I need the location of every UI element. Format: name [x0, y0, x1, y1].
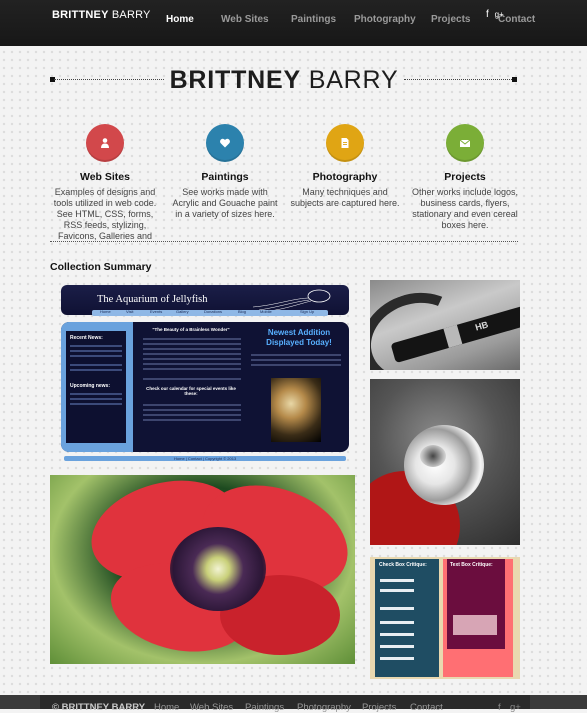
newest-addition-heading: Newest Addition Displayed Today!	[266, 328, 332, 347]
jellyfish-news-panel: Recent News: Upcoming news:	[66, 331, 126, 443]
text-line	[70, 403, 122, 405]
footer-nav-photography[interactable]: Photography	[297, 702, 351, 713]
text-line	[143, 409, 241, 411]
article-heading: "The Beauty of a Brainless Wonder"	[152, 327, 230, 332]
footer-nav-paintings[interactable]: Paintings	[245, 702, 284, 713]
jf-footer-text: Home | Contact | Copyright © 2013	[174, 456, 237, 461]
feature-web-sites[interactable]: Web Sites Examples of designs and tools …	[50, 124, 160, 244]
section-divider	[50, 241, 518, 242]
article-subheading: Check our calendar for special events li…	[146, 386, 236, 396]
jf-nav-item: Home	[100, 309, 111, 314]
gallery-thumb-critique-forms[interactable]: Check Box Critique: Text Box Critique:	[370, 557, 520, 679]
feature-description: Many techniques and subjects are capture…	[290, 187, 400, 208]
jellyfish-site-footer: Home | Contact | Copyright © 2013	[64, 456, 346, 461]
footer-google-plus-icon[interactable]: g+	[510, 702, 521, 713]
gallery-thumb-jellyfish-website[interactable]: The Aquarium of Jellyfish Home Visit Eve…	[56, 282, 352, 464]
form-field	[380, 607, 414, 610]
poppy-center	[170, 527, 266, 611]
footer-nav-projects[interactable]: Projects	[362, 702, 396, 713]
text-line	[143, 419, 241, 421]
feature-photography[interactable]: Photography Many techniques and subjects…	[290, 124, 400, 209]
feature-title[interactable]: Photography	[290, 171, 400, 183]
text-line	[70, 398, 122, 400]
features-section: Web Sites Examples of designs and tools …	[0, 0, 587, 244]
checkbox-critique-form: Check Box Critique:	[375, 559, 439, 677]
checkbox-critique-heading: Check Box Critique:	[379, 562, 427, 568]
gallery-thumb-pen-photo[interactable]: HB	[370, 280, 520, 370]
jf-nav-item: Donations	[204, 309, 223, 314]
text-line	[143, 338, 241, 340]
pen-label: HB	[474, 319, 490, 333]
collection-summary-heading: Collection Summary	[50, 261, 152, 273]
text-line	[70, 350, 122, 352]
jellyfish-illustration	[252, 289, 331, 311]
envelope-icon[interactable]	[446, 124, 484, 162]
text-line	[143, 368, 241, 370]
document-icon[interactable]	[326, 124, 364, 162]
jf-nav-item: Sign Up	[300, 309, 315, 314]
text-line	[251, 364, 341, 366]
feature-title[interactable]: Paintings	[170, 171, 280, 183]
upcoming-news-heading: Upcoming news:	[70, 383, 111, 389]
footer: © BRITTNEY BARRY Home Web Sites Painting…	[40, 695, 530, 713]
jellyfish-site-body: Recent News: Upcoming news: "The Beauty …	[61, 322, 349, 452]
form-field	[380, 589, 414, 592]
footer-facebook-icon[interactable]: f	[498, 702, 501, 713]
text-line	[143, 343, 241, 345]
feature-paintings[interactable]: Paintings See works made with Acrylic an…	[170, 124, 280, 220]
text-line	[143, 353, 241, 355]
text-line	[70, 393, 122, 395]
jf-nav-item: Mobile	[260, 309, 272, 314]
jellyfish-site-title: The Aquarium of Jellyfish	[97, 294, 208, 305]
footer-nav-home[interactable]: Home	[154, 702, 179, 713]
textbox-critique-form: Text Box Critique:	[443, 559, 513, 677]
form-field	[380, 633, 414, 636]
text-line	[143, 348, 241, 350]
feature-description: Examples of designs and tools utilized i…	[53, 187, 157, 244]
user-icon[interactable]	[86, 124, 124, 162]
footer-nav-contact[interactable]: Contact	[410, 702, 443, 713]
text-line	[143, 363, 241, 365]
recent-news-heading: Recent News:	[70, 335, 103, 341]
text-line	[143, 378, 241, 380]
jellyfish-photo	[271, 378, 321, 442]
feature-description: Other works include logos, business card…	[411, 187, 519, 230]
form-field	[380, 579, 414, 582]
text-line	[251, 354, 341, 356]
jf-nav-item: Visit	[126, 309, 134, 314]
jf-nav-item: Events	[150, 309, 163, 314]
text-line	[70, 345, 122, 347]
text-line	[251, 359, 341, 361]
jf-nav-item: Blog	[238, 309, 247, 314]
text-line	[143, 358, 241, 360]
feature-title[interactable]: Projects	[410, 171, 520, 183]
form-textarea	[453, 615, 497, 635]
jellyfish-site-sidebar: Recent News: Upcoming news:	[61, 322, 133, 452]
jellyfish-site-nav: Home Visit Events Gallery Donations Blog…	[92, 309, 328, 316]
pen-band	[443, 324, 463, 348]
jf-nav-item: Gallery	[176, 309, 189, 314]
footer-nav-web-sites[interactable]: Web Sites	[190, 702, 233, 713]
text-line	[143, 404, 241, 406]
painting-shell-center	[420, 445, 446, 467]
text-line	[143, 414, 241, 416]
form-field	[380, 645, 414, 648]
footer-copyright: © BRITTNEY BARRY	[52, 702, 146, 713]
feature-title[interactable]: Web Sites	[50, 171, 160, 183]
heart-icon[interactable]	[206, 124, 244, 162]
textbox-critique-panel: Text Box Critique:	[447, 559, 505, 649]
gallery-thumb-poppy-photo[interactable]	[50, 475, 355, 664]
feature-projects[interactable]: Projects Other works include logos, busi…	[410, 124, 520, 231]
text-line	[70, 369, 122, 371]
form-field	[380, 621, 414, 624]
gallery-thumb-nautilus-painting[interactable]	[370, 379, 520, 545]
text-line	[70, 355, 122, 357]
textbox-critique-heading: Text Box Critique:	[450, 562, 493, 568]
form-field	[380, 657, 414, 660]
text-line	[70, 364, 122, 366]
feature-description: See works made with Acrylic and Gouache …	[172, 187, 278, 219]
